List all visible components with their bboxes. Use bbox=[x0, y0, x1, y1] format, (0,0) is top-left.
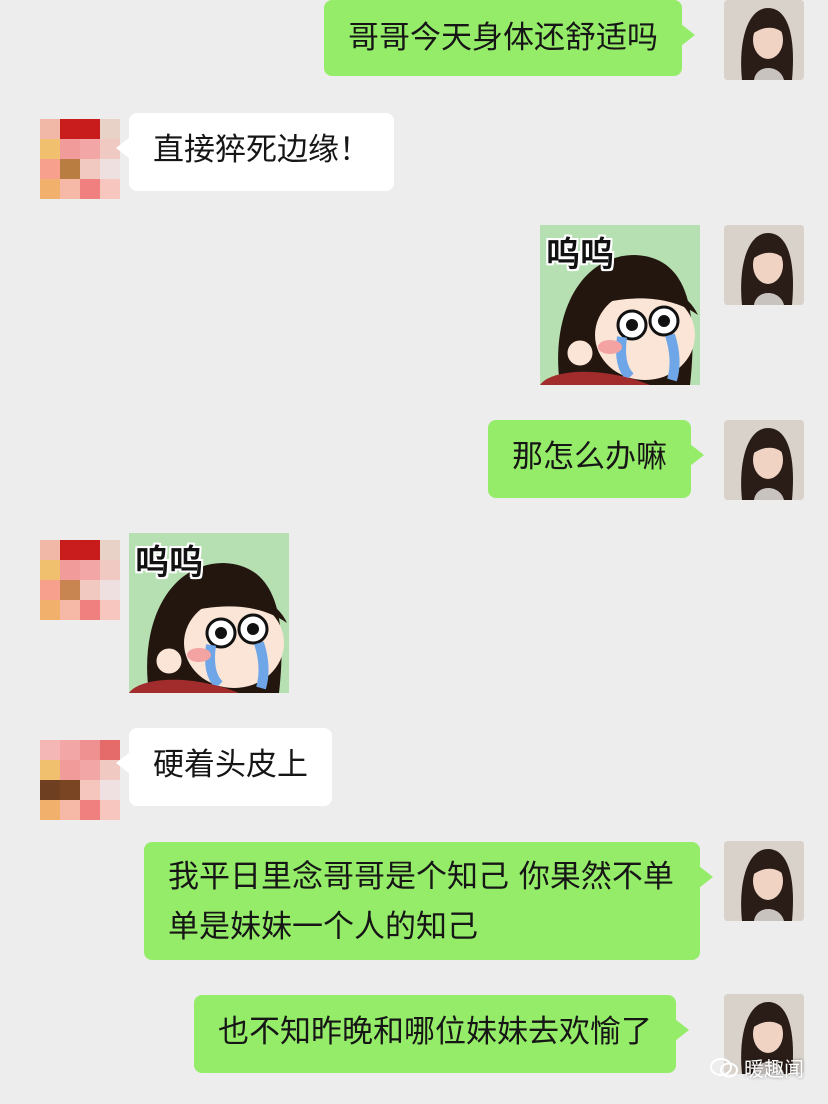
my-avatar[interactable] bbox=[724, 0, 804, 80]
message-text: 哥哥今天身体还舒适吗 bbox=[348, 20, 658, 56]
message-text: 硬着头皮上 bbox=[153, 747, 308, 783]
message-bubble-incoming[interactable]: 直接猝死边缘！ bbox=[116, 113, 394, 191]
contact-avatar[interactable] bbox=[40, 740, 120, 820]
my-avatar[interactable] bbox=[724, 225, 804, 305]
my-avatar[interactable] bbox=[724, 420, 804, 500]
message-text: 那怎么办嘛 bbox=[512, 439, 667, 475]
contact-avatar[interactable] bbox=[40, 119, 120, 199]
my-avatar[interactable] bbox=[724, 841, 804, 921]
avatar-photo-icon bbox=[724, 225, 804, 305]
message-bubble-outgoing[interactable]: 哥哥今天身体还舒适吗 bbox=[324, 0, 695, 76]
message-bubble-incoming[interactable]: 硬着头皮上 bbox=[116, 728, 332, 806]
message-bubble-outgoing[interactable]: 那怎么办嘛 bbox=[488, 420, 704, 498]
message-bubble-outgoing[interactable]: 也不知昨晚和哪位妹妹去欢愉了 bbox=[194, 995, 689, 1073]
message-text: 我平日里念哥哥是个知己 你果然不单单是妹妹一个人的知己 bbox=[168, 859, 674, 945]
watermark-text: 暖趣闻 bbox=[744, 1057, 804, 1081]
sticker-caption: 呜呜 bbox=[546, 235, 614, 275]
avatar-photo-icon bbox=[724, 420, 804, 500]
crying-sticker[interactable]: 呜呜 bbox=[129, 533, 289, 693]
message-text: 直接猝死边缘！ bbox=[153, 132, 370, 168]
message-text: 也不知昨晚和哪位妹妹去欢愉了 bbox=[218, 1014, 652, 1050]
message-bubble-outgoing[interactable]: 我平日里念哥哥是个知己 你果然不单单是妹妹一个人的知己 bbox=[144, 842, 713, 960]
avatar-photo-icon bbox=[724, 841, 804, 921]
watermark: 暖趣闻 bbox=[710, 1053, 804, 1082]
avatar-photo-icon bbox=[724, 0, 804, 80]
contact-avatar[interactable] bbox=[40, 540, 120, 620]
wechat-official-account-icon bbox=[710, 1057, 738, 1079]
sticker-caption: 呜呜 bbox=[135, 543, 203, 583]
crying-sticker[interactable]: 呜呜 bbox=[540, 225, 700, 385]
